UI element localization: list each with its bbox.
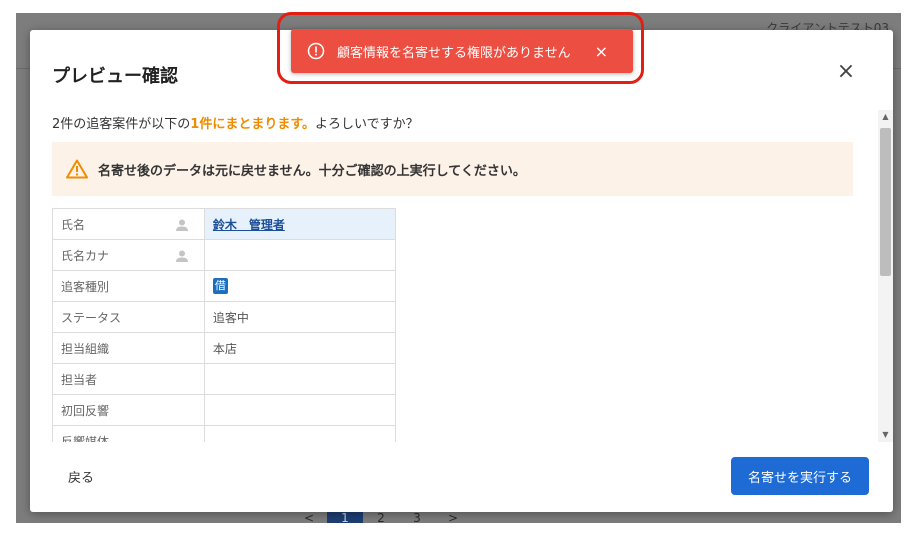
table-row: ステータス 追客中 xyxy=(52,301,396,333)
row-label: 担当組織 xyxy=(61,341,110,356)
row-label: 氏名 xyxy=(61,217,86,232)
pagination-page-2[interactable]: 2 xyxy=(363,511,399,523)
table-row: 氏名カナ xyxy=(52,239,396,271)
row-value-cell: 鈴木 管理者 xyxy=(203,208,396,240)
row-value-cell xyxy=(203,239,396,271)
merge-summary-suffix: よろしいですか？ xyxy=(315,117,419,132)
warning-text: 名寄せ後のデータは元に戻せません。十分ご確認の上実行してください。 xyxy=(98,163,526,179)
close-icon[interactable]: × xyxy=(835,61,857,83)
row-label: 担当者 xyxy=(61,372,98,387)
row-label-cell: 氏名カナ xyxy=(52,239,205,271)
row-label-cell: 担当組織 xyxy=(52,332,205,364)
pagination-next[interactable]: > xyxy=(435,511,471,523)
warning-banner: 名寄せ後のデータは元に戻せません。十分ご確認の上実行してください。 xyxy=(52,142,853,196)
row-value-cell: 借 xyxy=(203,270,396,302)
row-value-cell: 追客中 xyxy=(203,301,396,333)
preview-confirm-dialog: プレビュー確認 × 2件の追客案件が以下の1件にまとまります。よろしいですか？ … xyxy=(30,30,893,512)
merge-summary-prefix: 2件の追客案件が以下の xyxy=(52,117,191,132)
dialog-scrollbar[interactable]: ▲ ▼ xyxy=(878,110,893,442)
scroll-up-icon[interactable]: ▲ xyxy=(878,110,893,124)
merge-summary: 2件の追客案件が以下の1件にまとまります。よろしいですか？ xyxy=(52,113,419,132)
scroll-down-icon[interactable]: ▼ xyxy=(878,428,893,442)
row-label-cell: 追客種別 xyxy=(52,270,205,302)
table-row: 担当者 xyxy=(52,363,396,395)
table-row: 初回反響 xyxy=(52,394,396,426)
table-row: 追客種別 借 xyxy=(52,270,396,302)
merge-summary-highlight: 1件にまとまります。 xyxy=(190,117,316,132)
pagination-page-3[interactable]: 3 xyxy=(399,511,435,523)
table-row: 担当組織 本店 xyxy=(52,332,396,364)
preview-table: 氏名 鈴木 管理者 氏名カナ 追客種別 借 ステータス 追客中 担当組織 本店 … xyxy=(52,208,396,442)
row-label: ステータス xyxy=(61,310,122,325)
annotation-highlight xyxy=(277,12,644,84)
row-value-cell xyxy=(203,394,396,426)
person-icon xyxy=(175,250,188,262)
row-label: 初回反響 xyxy=(61,403,110,418)
row-label: 反響媒体 xyxy=(61,434,110,443)
dialog-title: プレビュー確認 xyxy=(52,66,178,87)
table-row: 氏名 鈴木 管理者 xyxy=(52,208,396,240)
execute-merge-button[interactable]: 名寄せを実行する xyxy=(731,457,869,495)
row-label-cell: 氏名 xyxy=(52,208,205,240)
back-button[interactable]: 戻る xyxy=(68,467,94,486)
row-value-cell xyxy=(203,425,396,442)
row-label-cell: 初回反響 xyxy=(52,394,205,426)
row-value-cell: 本店 xyxy=(203,332,396,364)
row-label-cell: 担当者 xyxy=(52,363,205,395)
table-row: 反響媒体 xyxy=(52,425,396,443)
row-label-cell: ステータス xyxy=(52,301,205,333)
row-label-cell: 反響媒体 xyxy=(52,425,205,443)
scroll-thumb[interactable] xyxy=(880,128,891,276)
row-label: 追客種別 xyxy=(61,279,110,294)
dialog-body: 2件の追客案件が以下の1件にまとまります。よろしいですか？ 名寄せ後のデータは元… xyxy=(30,110,893,442)
warning-icon xyxy=(66,159,88,179)
customer-name-link[interactable]: 鈴木 管理者 xyxy=(213,218,285,232)
row-label: 氏名カナ xyxy=(61,248,110,263)
type-badge: 借 xyxy=(212,278,228,294)
row-value-cell xyxy=(203,363,396,395)
pagination-prev[interactable]: < xyxy=(291,511,327,523)
person-icon xyxy=(175,219,188,231)
screen: クライアントテスト03 < 1 2 3 > プレビュー確認 × 2件の追客案件が… xyxy=(0,0,917,536)
